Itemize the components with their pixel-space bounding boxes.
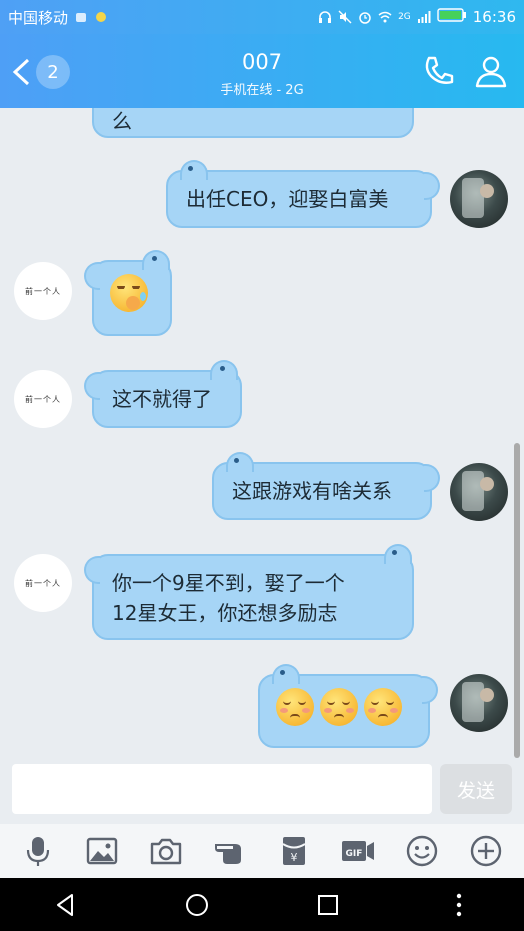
- my-avatar[interactable]: [450, 463, 508, 521]
- friend-avatar-text: 前一个人: [25, 578, 61, 588]
- my-avatar[interactable]: [450, 170, 508, 228]
- wifi-icon: [378, 10, 392, 24]
- notification-icon: [74, 10, 88, 24]
- thinking-face-icon: [110, 274, 148, 312]
- message-input[interactable]: [12, 764, 432, 814]
- message-bubble-friend[interactable]: 你一个9星不到，娶了一个 12星女王，你还想多励志: [84, 544, 414, 640]
- mic-icon: [26, 837, 50, 866]
- gif-icon: GIF: [342, 841, 374, 861]
- message-bubble-me[interactable]: [258, 664, 438, 748]
- contact-profile-button[interactable]: [472, 52, 510, 90]
- voice-input-button[interactable]: [18, 831, 58, 871]
- nav-home-button[interactable]: [177, 885, 217, 925]
- message-bubble-friend[interactable]: [84, 250, 172, 336]
- app-notification-icon: [94, 10, 108, 24]
- alarm-icon: [358, 10, 372, 24]
- friend-avatar[interactable]: 前一个人: [14, 262, 72, 320]
- send-button[interactable]: 发送: [440, 764, 512, 814]
- friend-avatar[interactable]: 前一个人: [14, 370, 72, 428]
- friend-avatar-text: 前一个人: [25, 286, 61, 296]
- mute-icon: [338, 10, 352, 24]
- headphones-icon: [318, 10, 332, 24]
- blushing-face-icon: [320, 688, 358, 726]
- blushing-face-icon: [276, 688, 314, 726]
- svg-text:¥: ¥: [291, 851, 298, 864]
- input-bar: 发送: [0, 758, 524, 824]
- poke-button[interactable]: [210, 831, 250, 871]
- nav-menu-button[interactable]: [439, 885, 479, 925]
- message-bubble-friend[interactable]: 这不就得了: [84, 360, 242, 428]
- message-bubble-me[interactable]: 出任CEO，迎娶白富美: [166, 160, 440, 228]
- poke-icon: [215, 844, 241, 864]
- chat-scrollbar[interactable]: [514, 443, 520, 758]
- nav-back-button[interactable]: [46, 885, 86, 925]
- message-text: 出任CEO，迎娶白富美: [186, 187, 389, 211]
- system-nav-bar: [0, 878, 524, 931]
- message-text: 这不就得了: [112, 387, 212, 411]
- clock-label: 16:36: [472, 8, 516, 26]
- gif-button[interactable]: GIF: [338, 831, 378, 871]
- camera-icon: [150, 838, 182, 865]
- person-icon: [475, 56, 507, 88]
- red-packet-icon: ¥: [282, 837, 306, 865]
- image-icon: [86, 837, 118, 865]
- network-type-label: 2G: [398, 12, 411, 22]
- friend-avatar-text: 前一个人: [25, 394, 61, 404]
- message-bubble-me[interactable]: 这跟游戏有啥关系: [212, 452, 440, 520]
- svg-text:GIF: GIF: [346, 849, 363, 859]
- message-text: 么: [112, 109, 132, 133]
- nav-recents-button[interactable]: [308, 885, 348, 925]
- square-recents-icon: [317, 894, 338, 915]
- signal-icon: [417, 10, 431, 24]
- friend-avatar[interactable]: 前一个人: [14, 554, 72, 612]
- message-text-line-2: 12星女王，你还想多励志: [112, 601, 338, 625]
- red-packet-button[interactable]: ¥: [274, 831, 314, 871]
- plus-icon: [470, 835, 502, 867]
- battery-icon: [437, 8, 467, 26]
- voice-call-button[interactable]: [420, 52, 458, 90]
- status-bar: 中国移动 2G 16:36: [0, 0, 524, 34]
- blushing-face-icon: [364, 688, 402, 726]
- message-text-line-1: 你一个9星不到，娶了一个: [112, 571, 345, 595]
- carrier-label: 中国移动: [8, 8, 69, 27]
- more-button[interactable]: [466, 831, 506, 871]
- phone-icon: [425, 56, 454, 84]
- my-avatar[interactable]: [450, 674, 508, 732]
- circle-home-icon: [185, 893, 208, 916]
- input-toolbar: ¥ GIF: [0, 824, 524, 878]
- camera-button[interactable]: [146, 831, 186, 871]
- vertical-dots-icon: [456, 893, 461, 916]
- photo-button[interactable]: [82, 831, 122, 871]
- message-list[interactable]: 么 出任CEO，迎娶白富美 前一个人 前一个人 这不就得了 这跟游戏有啥关系 前…: [0, 108, 524, 758]
- message-bubble-friend[interactable]: 么: [92, 108, 414, 138]
- message-text: 这跟游戏有啥关系: [232, 479, 392, 503]
- emoji-icon: [406, 835, 438, 867]
- emoji-button[interactable]: [402, 831, 442, 871]
- chat-header: 2 007 手机在线 - 2G: [0, 34, 524, 108]
- triangle-back-icon: [56, 893, 73, 916]
